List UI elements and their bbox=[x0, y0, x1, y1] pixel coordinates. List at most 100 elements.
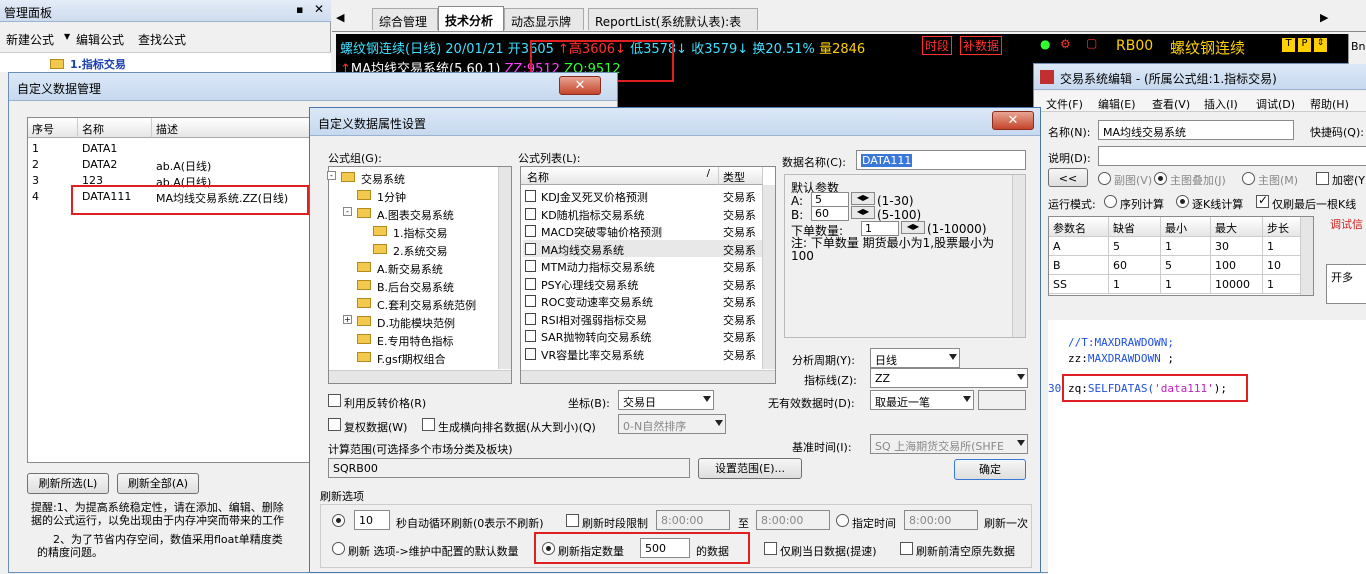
tree-node[interactable]: 2.系统交易 bbox=[333, 241, 493, 258]
param-cell[interactable]: 1 bbox=[1161, 275, 1211, 294]
period-limit-checkbox[interactable] bbox=[566, 514, 579, 527]
tab-report-list[interactable]: ReportList(系统默认表):表 bbox=[588, 8, 758, 30]
refresh-all-button[interactable]: 刷新全部(A) bbox=[117, 473, 199, 494]
only-today-checkbox[interactable] bbox=[764, 542, 777, 555]
expand-toggle-icon[interactable]: - bbox=[343, 207, 352, 216]
clear-before-checkbox[interactable] bbox=[900, 542, 913, 555]
radio-main-overlay[interactable] bbox=[1154, 172, 1167, 185]
expand-toggle-icon[interactable]: + bbox=[343, 315, 352, 324]
param-cell[interactable]: A bbox=[1049, 237, 1109, 256]
formula-list-item[interactable]: SAR抛物转向交易系统 交易系 bbox=[523, 327, 763, 344]
param-cell[interactable]: 1 bbox=[1109, 275, 1161, 294]
refresh-selected-button[interactable]: 刷新所选(L) bbox=[27, 473, 109, 494]
param-col-header[interactable]: 步长 bbox=[1263, 217, 1301, 237]
formula-list-item[interactable]: RSI相对强弱指标交易 交易系 bbox=[523, 310, 763, 327]
ok-button[interactable]: 确定 bbox=[954, 459, 1026, 480]
coord-select[interactable]: 交易日 bbox=[618, 390, 714, 410]
arrows-icon[interactable]: ⇕ bbox=[1314, 38, 1327, 52]
group-tree-vscroll[interactable] bbox=[498, 167, 511, 369]
radio-default-count[interactable] bbox=[332, 542, 345, 555]
list-header-name[interactable]: 名称 / bbox=[521, 167, 719, 185]
tree-node[interactable]: 1分钟 bbox=[333, 187, 493, 204]
tab-overview[interactable]: 综合管理 bbox=[372, 8, 438, 30]
param-table-scrollbar[interactable] bbox=[1300, 217, 1313, 295]
param-cell[interactable]: 5 bbox=[1109, 237, 1161, 256]
tree-node[interactable]: 1.指标交易 bbox=[333, 223, 493, 240]
edge-label[interactable]: Bn bbox=[1351, 40, 1366, 53]
param-cell[interactable]: 1 bbox=[1263, 275, 1301, 294]
ranking-checkbox[interactable] bbox=[422, 418, 435, 431]
tree-item-indicator-trade[interactable]: 1.指标交易 bbox=[70, 56, 126, 72]
formula-list-item[interactable]: ROC变动速率交易系统 交易系 bbox=[523, 292, 763, 309]
col-header-no[interactable]: 序号 bbox=[28, 118, 78, 138]
base-time-select[interactable]: SQ 上海期货交易所(SHFE bbox=[870, 434, 1028, 454]
t-icon[interactable]: T bbox=[1282, 38, 1295, 52]
col-header-desc[interactable]: 描述 bbox=[152, 118, 318, 138]
formula-list-item[interactable]: MACD突破零轴价格预测 交易系 bbox=[523, 222, 763, 239]
param-cell[interactable]: 10 bbox=[1263, 256, 1301, 275]
p-icon[interactable]: P bbox=[1298, 38, 1311, 52]
menu-file[interactable]: 文件(F) bbox=[1046, 96, 1083, 112]
auto-refresh-seconds-input[interactable]: 10 bbox=[354, 510, 390, 530]
desc-input[interactable] bbox=[1098, 146, 1366, 166]
settings-icon[interactable]: ⚙ bbox=[1060, 37, 1071, 51]
tree-node[interactable]: C.套利交易系统范例 bbox=[333, 295, 493, 312]
menu-insert[interactable]: 插入(I) bbox=[1204, 96, 1238, 112]
param-col-header[interactable]: 缺省 bbox=[1109, 217, 1161, 237]
menu-help[interactable]: 帮助(H) bbox=[1310, 96, 1349, 112]
radio-main-chart[interactable] bbox=[1242, 172, 1255, 185]
order-qty-spinner[interactable]: ◀▶ bbox=[901, 221, 925, 234]
cycle-select[interactable]: 日线 bbox=[870, 348, 960, 368]
tab-scroll-left-icon[interactable]: ◀ bbox=[336, 11, 344, 24]
prop-close-button[interactable]: ✕ bbox=[992, 111, 1034, 130]
group-tree-hscroll[interactable] bbox=[329, 370, 511, 383]
period-end-input[interactable]: 8:00:00 bbox=[756, 510, 830, 530]
col-header-name[interactable]: 名称 bbox=[78, 118, 152, 138]
param-cell[interactable]: 1 bbox=[1263, 237, 1301, 256]
ranking-select[interactable]: 0-N自然排序 bbox=[618, 414, 726, 434]
param-cell[interactable]: B bbox=[1049, 256, 1109, 275]
tree-node[interactable]: F.gsf期权组合 bbox=[333, 349, 493, 366]
menu-debug[interactable]: 调试(D) bbox=[1256, 96, 1295, 112]
tree-node[interactable]: B.后台交易系统 bbox=[333, 277, 493, 294]
params-vscroll[interactable] bbox=[1012, 175, 1025, 337]
period-start-input[interactable]: 8:00:00 bbox=[656, 510, 730, 530]
param-cell[interactable]: 5 bbox=[1161, 256, 1211, 275]
specify-time-input[interactable]: 8:00:00 bbox=[904, 510, 978, 530]
param-col-header[interactable]: 参数名 bbox=[1049, 217, 1109, 237]
param-cell[interactable]: 60 bbox=[1109, 256, 1161, 275]
table-row[interactable]: 1 DATA1 bbox=[28, 140, 318, 157]
code-editor[interactable]: //T:MAXDRAWDOWN; zz:MAXDRAWDOWN ; 30 zq:… bbox=[1048, 320, 1366, 574]
range-input[interactable]: SQRB00 bbox=[328, 458, 690, 478]
radio-series-calc[interactable] bbox=[1104, 195, 1117, 208]
tree-node[interactable]: + D.功能模块范例 bbox=[333, 313, 493, 330]
formula-list-item[interactable]: VR容量比率交易系统 交易系 bbox=[523, 345, 763, 362]
formula-list-item[interactable]: KDJ金叉死叉价格预测 交易系 bbox=[523, 187, 763, 204]
radio-auto-refresh[interactable] bbox=[332, 514, 345, 527]
radio-sub-chart[interactable] bbox=[1098, 172, 1111, 185]
list-header-type[interactable]: 类型 bbox=[719, 167, 763, 185]
data-mgr-close-button[interactable]: ✕ bbox=[559, 76, 601, 95]
new-formula-button[interactable]: 新建公式 bbox=[6, 31, 54, 48]
tab-scroll-right-icon[interactable]: ▶ bbox=[1320, 11, 1328, 24]
tree-node[interactable]: - A.图表交易系统 bbox=[333, 205, 493, 222]
data-name-input[interactable]: DATA111 bbox=[856, 150, 1026, 170]
formula-list-item[interactable]: MTM动力指标交易系统 交易系 bbox=[523, 257, 763, 274]
param-col-header[interactable]: 最小 bbox=[1161, 217, 1211, 237]
param-cell[interactable]: SS bbox=[1049, 275, 1109, 294]
fill-data-button[interactable]: 补数据 bbox=[960, 36, 1003, 55]
param-col-header[interactable]: 最大 bbox=[1211, 217, 1263, 237]
tab-technical[interactable]: 技术分析 bbox=[438, 6, 504, 31]
formula-list-item[interactable]: PSY心理线交易系统 交易系 bbox=[523, 275, 763, 292]
period-button[interactable]: 时段 bbox=[922, 36, 953, 55]
last-bar-only-checkbox[interactable] bbox=[1256, 193, 1269, 208]
param-b-input[interactable]: 60 bbox=[811, 206, 849, 221]
editor-name-input[interactable]: MA均线交易系统 bbox=[1098, 120, 1294, 140]
tree-node[interactable]: A.新交易系统 bbox=[333, 259, 493, 276]
param-b-spinner[interactable]: ◀▶ bbox=[851, 206, 875, 219]
param-cell[interactable]: 100 bbox=[1211, 256, 1263, 275]
radio-specify-time[interactable] bbox=[836, 514, 849, 527]
menu-edit[interactable]: 编辑(E) bbox=[1098, 96, 1136, 112]
close-icon[interactable]: ✕ bbox=[314, 2, 324, 16]
param-a-spinner[interactable]: ◀▶ bbox=[851, 192, 875, 205]
